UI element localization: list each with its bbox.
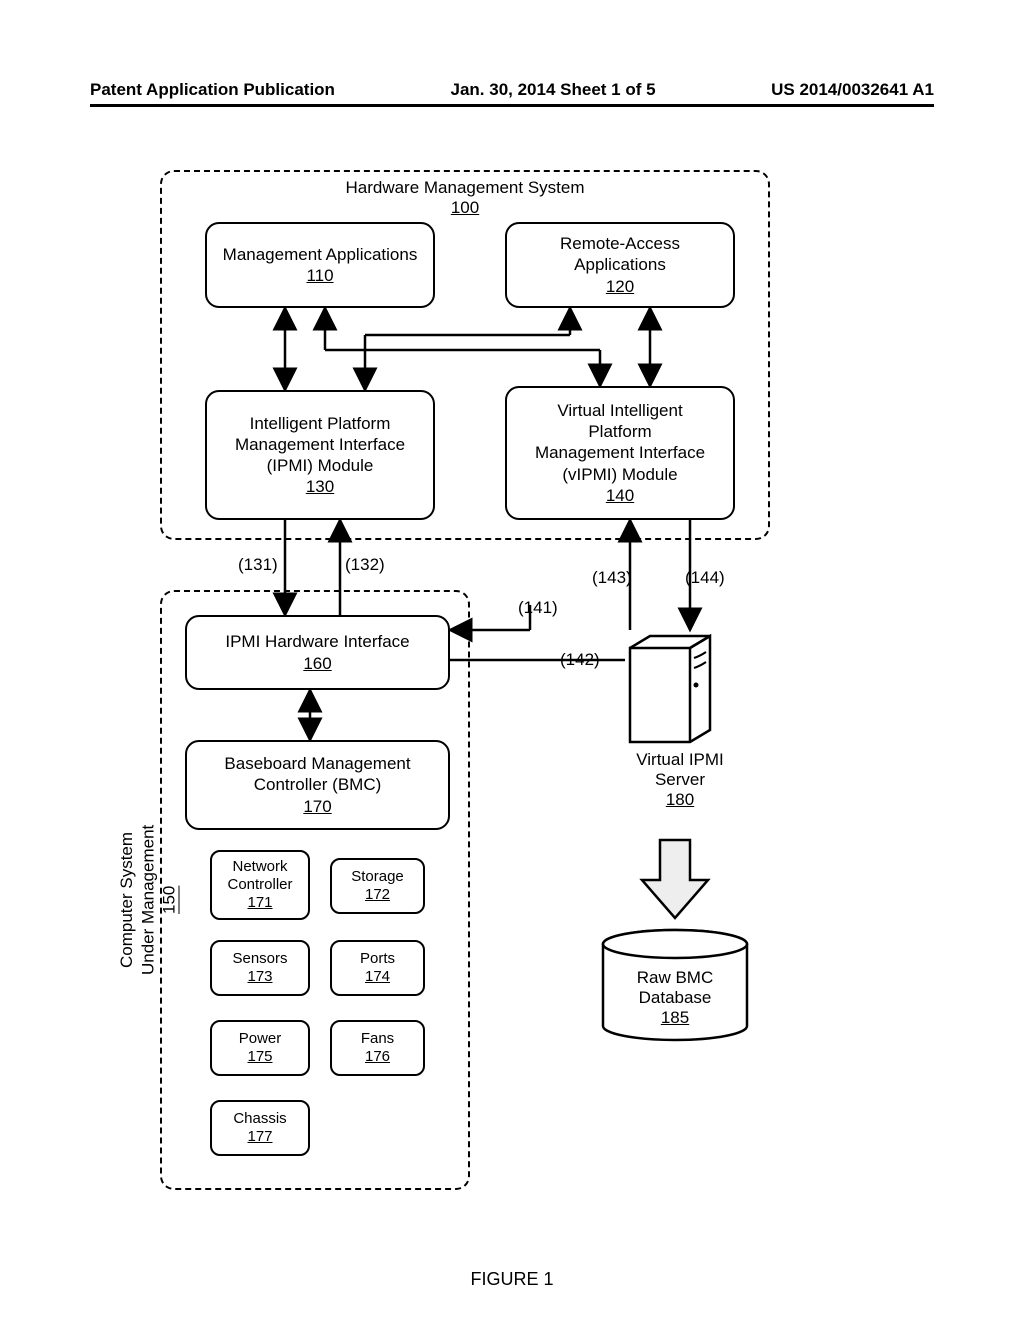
diagram-canvas: Hardware Management System100 Management… (130, 160, 900, 1220)
header-right: US 2014/0032641 A1 (771, 80, 934, 100)
conn-131: (131) (238, 555, 278, 575)
vipmi-module-box: Virtual Intelligent Platform Management … (505, 386, 735, 520)
hms-title: Hardware Management System100 (330, 178, 600, 218)
big-arrow-icon (642, 840, 708, 918)
power-box: Power175 (210, 1020, 310, 1076)
header-rule (90, 104, 934, 107)
vipmi-server-label: Virtual IPMI Server 180 (605, 750, 755, 810)
ipmi-hw-box: IPMI Hardware Interface 160 (185, 615, 450, 690)
ports-box: Ports174 (330, 940, 425, 996)
header-left: Patent Application Publication (90, 80, 335, 100)
bmc-box: Baseboard Management Controller (BMC) 17… (185, 740, 450, 830)
conn-141: (141) (518, 598, 558, 618)
conn-143: (143) (592, 568, 632, 588)
rawbmc-label: Raw BMC Database 185 (615, 968, 735, 1028)
fans-box: Fans176 (330, 1020, 425, 1076)
storage-box: Storage172 (330, 858, 425, 914)
mgmt-apps-box: Management Applications 110 (205, 222, 435, 308)
ipmi-module-box: Intelligent Platform Management Interfac… (205, 390, 435, 520)
remote-apps-box: Remote-Access Applications 120 (505, 222, 735, 308)
conn-132: (132) (345, 555, 385, 575)
server-icon (630, 636, 710, 742)
csum-title: Computer System Under Management 150 (116, 800, 180, 1000)
conn-144: (144) (685, 568, 725, 588)
network-controller-box: NetworkController171 (210, 850, 310, 920)
sensors-box: Sensors173 (210, 940, 310, 996)
conn-142: (142) (560, 650, 600, 670)
figure-caption: FIGURE 1 (0, 1269, 1024, 1290)
chassis-box: Chassis177 (210, 1100, 310, 1156)
header-center: Jan. 30, 2014 Sheet 1 of 5 (451, 80, 656, 100)
